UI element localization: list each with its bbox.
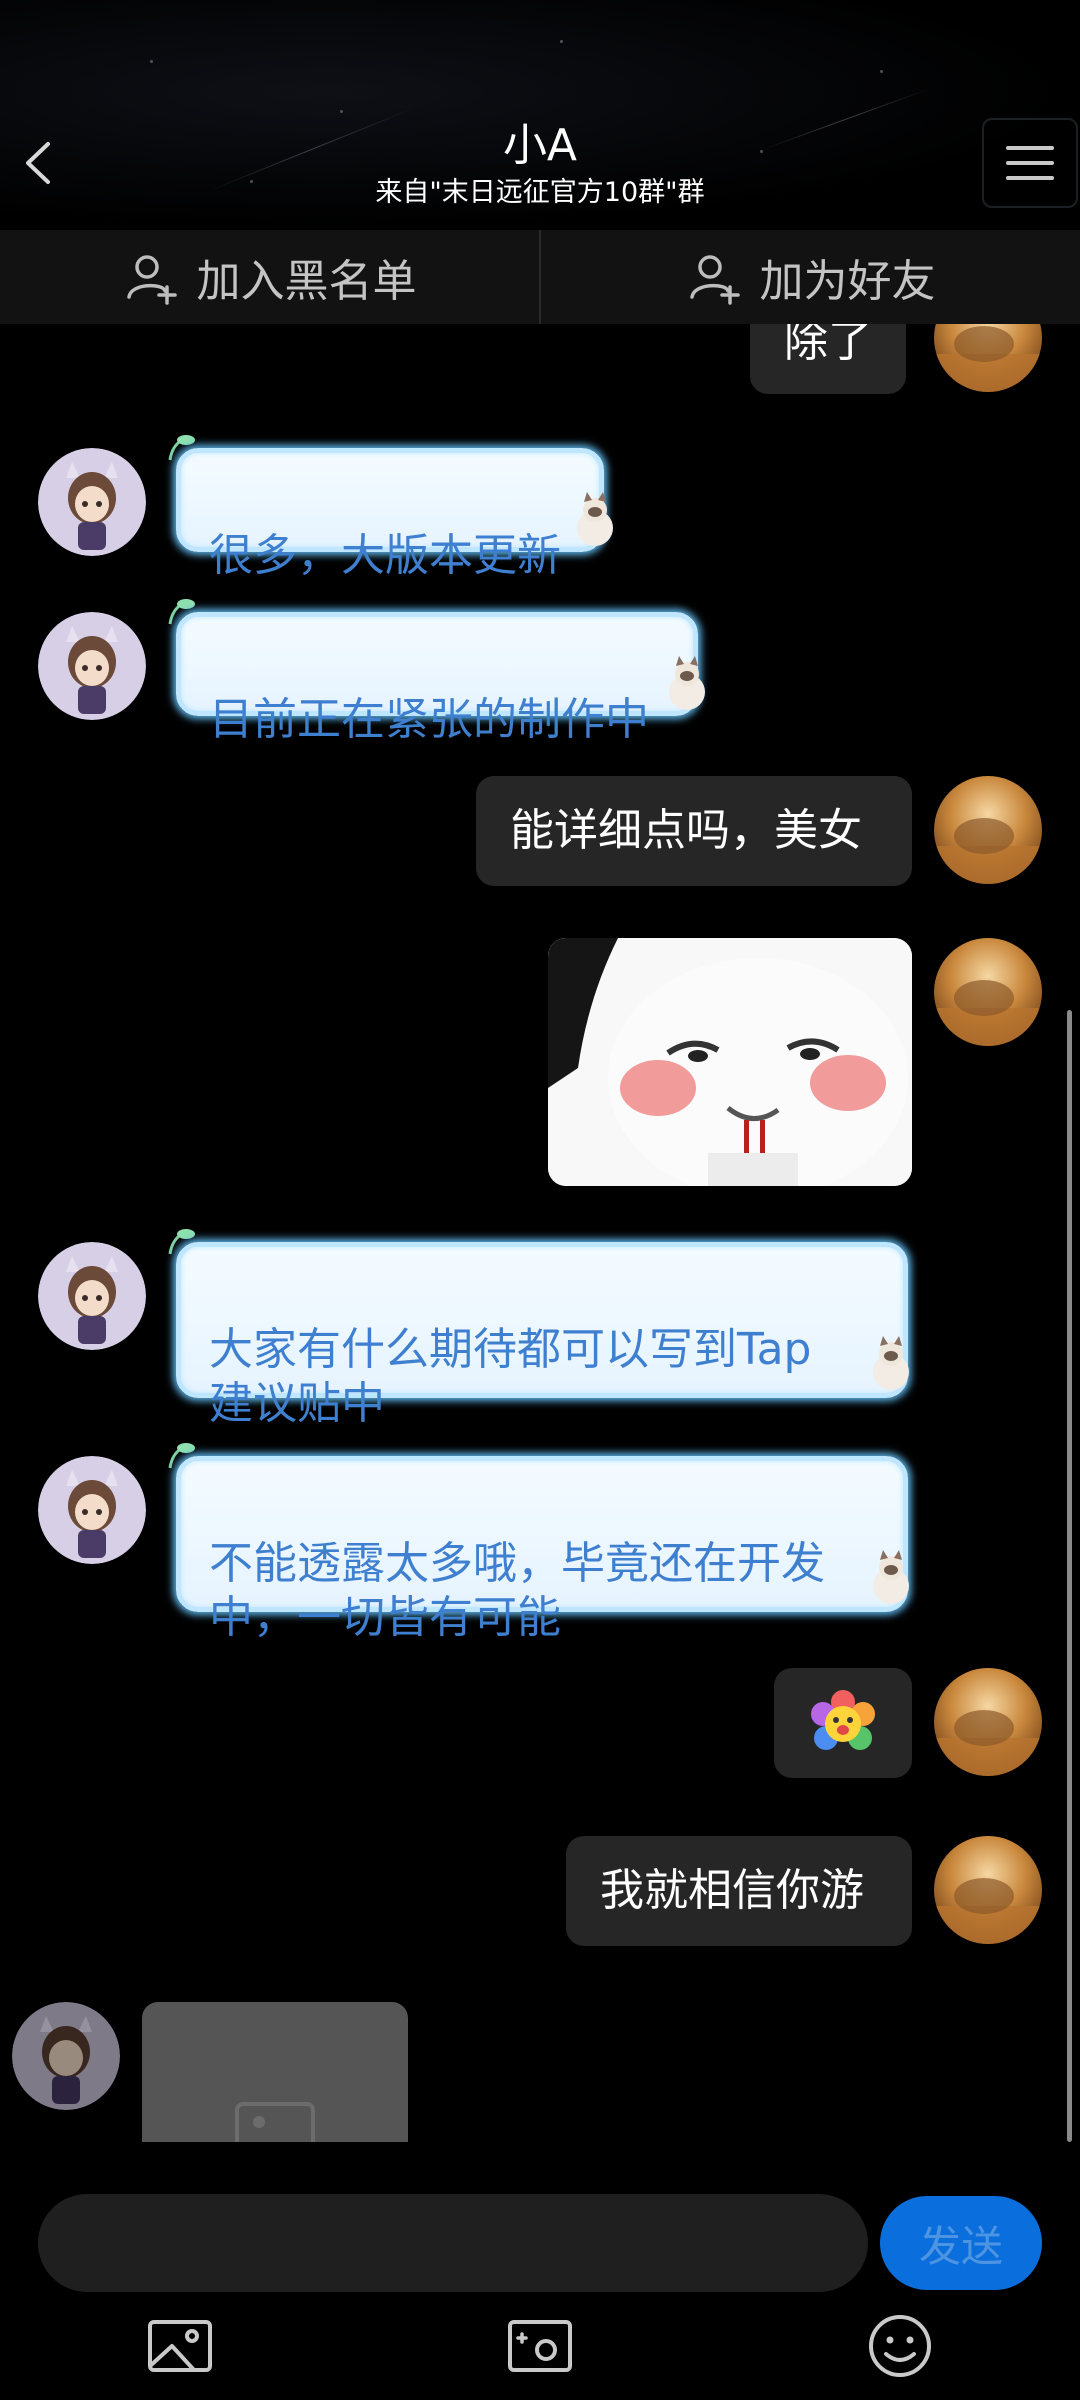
cat-avatar — [934, 324, 1042, 392]
chat-header: 小A 来自"末日远征官方10群"群 — [0, 0, 1080, 230]
contact-avatar[interactable] — [12, 2002, 120, 2110]
menu-button[interactable] — [982, 118, 1078, 208]
cat-avatar — [934, 776, 1042, 884]
emoji-button[interactable] — [864, 2310, 936, 2382]
message-input[interactable] — [38, 2194, 868, 2292]
meme-sticker-icon — [548, 938, 912, 1186]
menu-icon — [1006, 146, 1054, 150]
my-avatar[interactable] — [934, 1668, 1042, 1776]
anime-girl-avatar — [38, 448, 146, 556]
message-bubble-incoming[interactable]: 目前正在紧张的制作中 — [176, 612, 698, 745]
image-placeholder-icon — [235, 2102, 315, 2142]
chat-subtitle: 来自"末日远征官方10群"群 — [375, 177, 705, 208]
contact-avatar[interactable] — [38, 1456, 146, 1564]
my-avatar[interactable] — [934, 1836, 1042, 1944]
message-bubble-incoming[interactable]: 大家有什么期待都可以写到Tap 建议贴中 — [176, 1242, 908, 1429]
contact-avatar[interactable] — [38, 448, 146, 556]
image-button[interactable] — [144, 2310, 216, 2382]
message-bubble-incoming[interactable]: 很多，大版本更新 — [176, 448, 604, 581]
anime-girl-avatar — [38, 1456, 146, 1564]
add-friend-label: 加为好友 — [759, 256, 936, 307]
anime-girl-avatar — [12, 2002, 120, 2110]
cat-sticker-decoration — [873, 1550, 909, 1604]
anime-girl-avatar — [38, 1242, 146, 1350]
blacklist-label: 加入黑名单 — [196, 256, 417, 307]
my-avatar[interactable] — [934, 324, 1042, 392]
image-message-loading[interactable] — [142, 2002, 408, 2142]
cat-sticker-decoration — [577, 492, 613, 546]
add-friend-button[interactable]: 加为好友 — [541, 230, 1080, 324]
camera-icon — [508, 2320, 572, 2372]
message-bubble-outgoing[interactable]: 我就相信你游 — [566, 1836, 912, 1946]
send-button[interactable]: 发送 — [880, 2196, 1042, 2290]
add-to-blacklist-button[interactable]: 加入黑名单 — [0, 230, 539, 324]
message-bubble-incoming[interactable]: 不能透露太多哦，毕竟还在开发 中，一切皆有可能 — [176, 1456, 908, 1643]
add-user-icon — [126, 255, 177, 305]
my-avatar[interactable] — [934, 938, 1042, 1046]
action-bar: 加入黑名单 加为好友 — [0, 230, 1080, 324]
cat-avatar — [934, 938, 1042, 1046]
cat-sticker-decoration — [669, 656, 705, 710]
contact-avatar[interactable] — [38, 1242, 146, 1350]
my-avatar[interactable] — [934, 776, 1042, 884]
image-icon — [148, 2320, 212, 2372]
scrollbar[interactable] — [1067, 1010, 1072, 2142]
chat-title: 小A — [502, 120, 578, 171]
contact-avatar[interactable] — [38, 612, 146, 720]
image-message[interactable] — [548, 938, 912, 1186]
rainbow-flower-emoji — [811, 1690, 875, 1750]
header-star — [150, 60, 153, 63]
header-star — [340, 110, 343, 113]
cat-avatar — [934, 1668, 1042, 1776]
header-star — [560, 40, 563, 43]
emoji-icon — [869, 2315, 931, 2377]
message-bubble-outgoing[interactable]: 除了 — [750, 324, 906, 394]
header-star — [880, 70, 883, 73]
camera-button[interactable] — [504, 2310, 576, 2382]
cat-avatar — [934, 1836, 1042, 1944]
emoji-message[interactable] — [774, 1668, 912, 1778]
anime-girl-avatar — [38, 612, 146, 720]
add-user-icon — [689, 255, 740, 305]
message-bubble-outgoing[interactable]: 能详细点吗，美女 — [476, 776, 912, 886]
cat-sticker-decoration — [873, 1336, 909, 1390]
message-list[interactable]: 除了 很多，大版本更新 目前正在紧张的制作中 能详细点吗，美女 大家有什么期待都… — [0, 324, 1080, 2142]
